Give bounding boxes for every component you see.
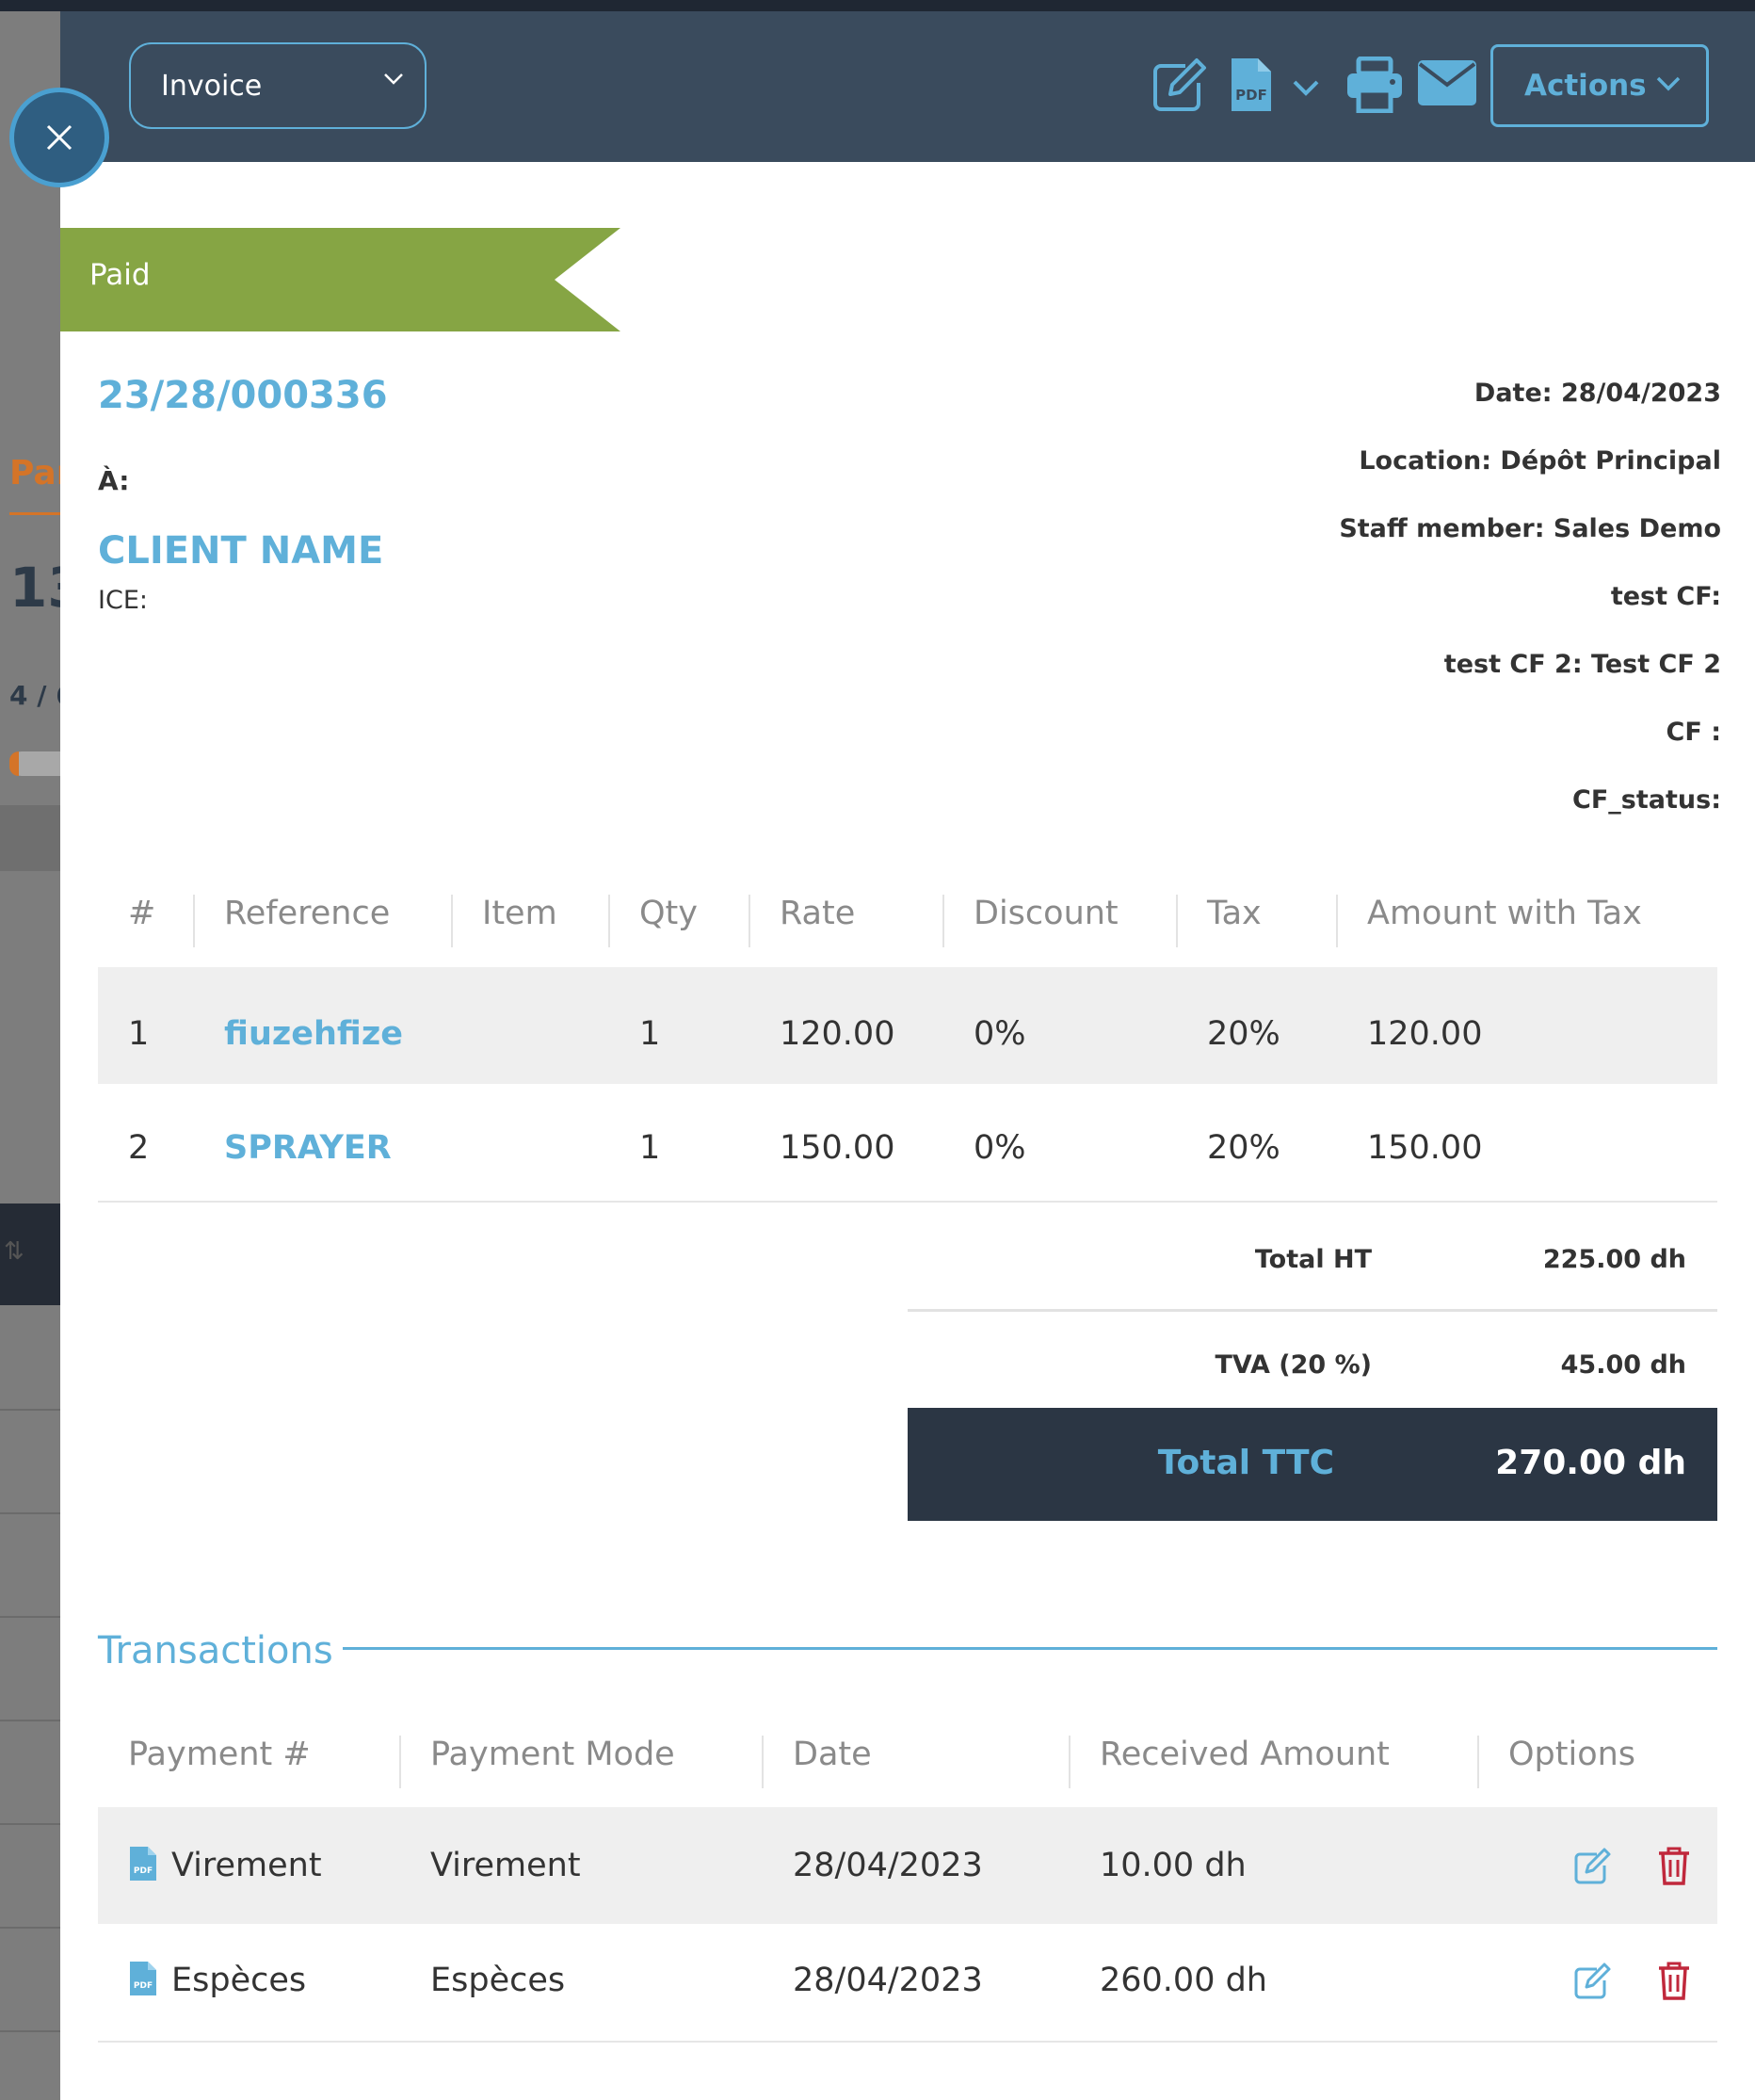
bg-dark-bar: ⇅ — [0, 1203, 60, 1305]
col-header: Tax — [1207, 895, 1262, 932]
col-header: Discount — [974, 895, 1119, 932]
cell-rate: 120.00 — [780, 1015, 895, 1053]
chevron-down-icon — [384, 73, 403, 85]
cell-reference[interactable]: fiuzehfize — [224, 1015, 403, 1053]
cell-amount: 120.00 — [1367, 1015, 1483, 1053]
col-header: Amount with Tax — [1367, 895, 1642, 932]
cell-received-amount: 260.00 dh — [1100, 1962, 1267, 1999]
bg-fraction: 4 / 6 — [9, 680, 60, 711]
tva-value: 45.00 dh — [1560, 1350, 1686, 1380]
col-header: Reference — [224, 895, 391, 932]
transactions-title: Transactions — [98, 1629, 333, 1672]
panel-toolbar: Invoice PDF Actions — [60, 11, 1755, 162]
table-row: 1 fiuzehfize 1 120.00 0% 20% 120.00 — [98, 967, 1717, 1084]
svg-text:PDF: PDF — [1235, 87, 1267, 104]
cell-qty: 1 — [639, 1015, 661, 1053]
col-header: Options — [1508, 1736, 1636, 1773]
trash-icon[interactable] — [1656, 1845, 1692, 1886]
cell-payment-number[interactable]: Virement — [171, 1847, 322, 1884]
cell-rate: 150.00 — [780, 1129, 895, 1167]
tva-label: TVA (20 %) — [1215, 1350, 1372, 1380]
col-header: Received Amount — [1100, 1736, 1390, 1773]
status-label: Paid — [89, 258, 151, 292]
svg-text:PDF: PDF — [134, 1981, 153, 1991]
total-ttc-label: Total TTC — [1157, 1444, 1334, 1482]
edit-icon[interactable] — [1572, 1962, 1612, 2001]
bg-tab-label[interactable]: Par — [9, 454, 60, 520]
actions-button[interactable]: Actions — [1490, 44, 1709, 127]
to-label: À: — [98, 465, 130, 496]
envelope-icon[interactable] — [1418, 60, 1476, 105]
total-ht-value: 225.00 dh — [1542, 1245, 1686, 1274]
meta-location: Location: Dépôt Principal — [1359, 446, 1721, 476]
meta-test-cf2: test CF 2: Test CF 2 — [1443, 650, 1721, 679]
edit-icon[interactable] — [1572, 1847, 1612, 1886]
bg-separator — [0, 805, 60, 871]
col-header: Rate — [780, 895, 856, 932]
pdf-icon[interactable]: PDF — [1228, 55, 1275, 115]
cell-amount: 150.00 — [1367, 1129, 1483, 1167]
table-row: PDF Virement Virement 28/04/2023 10.00 d… — [98, 1807, 1717, 1924]
total-ttc-box: Total TTC 270.00 dh — [908, 1408, 1717, 1521]
meta-staff: Staff member: Sales Demo — [1339, 514, 1721, 543]
svg-text:PDF: PDF — [134, 1866, 153, 1876]
col-header: Item — [482, 895, 557, 932]
col-header: Qty — [639, 895, 698, 932]
edit-icon[interactable] — [1148, 55, 1208, 115]
table-row: 2 SPRAYER 1 150.00 0% 20% 150.00 — [98, 1084, 1717, 1203]
col-header: Payment Mode — [430, 1736, 675, 1773]
close-button[interactable] — [9, 88, 109, 187]
invoice-panel: Invoice PDF Actions Paid 23/28/000336 À:… — [60, 11, 1755, 2100]
cell-tax: 20% — [1207, 1015, 1280, 1053]
pdf-icon[interactable]: PDF — [128, 1845, 158, 1882]
printer-icon[interactable] — [1345, 57, 1404, 113]
total-ttc-value: 270.00 dh — [1495, 1444, 1686, 1482]
cell-payment-mode: Espèces — [430, 1962, 566, 1999]
meta-date: Date: 28/04/2023 — [1473, 379, 1721, 408]
table-row: PDF Espèces Espèces 28/04/2023 260.00 dh — [98, 1924, 1717, 2043]
cell-payment-mode: Virement — [430, 1847, 581, 1884]
col-header: Payment # — [128, 1736, 311, 1773]
cell-received-amount: 10.00 dh — [1100, 1847, 1247, 1884]
total-ht-label: Total HT — [1254, 1245, 1372, 1274]
chevron-down-icon — [1656, 76, 1681, 91]
col-header: Date — [793, 1736, 872, 1773]
cell-qty: 1 — [639, 1129, 661, 1167]
cell-discount: 0% — [974, 1129, 1026, 1167]
meta-cf-status: CF_status: — [1572, 785, 1721, 815]
col-header: # — [128, 895, 156, 932]
cell-discount: 0% — [974, 1015, 1026, 1053]
cell-reference[interactable]: SPRAYER — [224, 1129, 392, 1167]
cell-tax: 20% — [1207, 1129, 1280, 1167]
pdf-icon[interactable]: PDF — [128, 1960, 158, 1997]
document-type-select[interactable]: Invoice — [129, 42, 427, 129]
trash-icon[interactable] — [1656, 1960, 1692, 2001]
meta-test-cf: test CF: — [1610, 582, 1721, 611]
cell-date: 28/04/2023 — [793, 1847, 983, 1884]
invoice-number[interactable]: 23/28/000336 — [98, 374, 388, 417]
actions-label: Actions — [1524, 69, 1647, 103]
section-divider — [343, 1647, 1717, 1650]
cell-index: 2 — [128, 1129, 150, 1167]
close-icon — [46, 124, 72, 151]
sort-icon[interactable]: ⇅ — [4, 1237, 24, 1266]
document-type-value: Invoice — [161, 69, 263, 103]
cell-date: 28/04/2023 — [793, 1962, 983, 1999]
cell-payment-number[interactable]: Espèces — [171, 1962, 306, 1999]
meta-cf: CF : — [1666, 718, 1721, 747]
chevron-down-icon[interactable] — [1292, 79, 1320, 98]
ice-label: ICE: — [98, 586, 148, 615]
cell-index: 1 — [128, 1015, 150, 1053]
bg-progress-bar — [9, 751, 60, 776]
client-name[interactable]: CLIENT NAME — [98, 529, 383, 573]
bg-number: 13 — [9, 556, 60, 620]
